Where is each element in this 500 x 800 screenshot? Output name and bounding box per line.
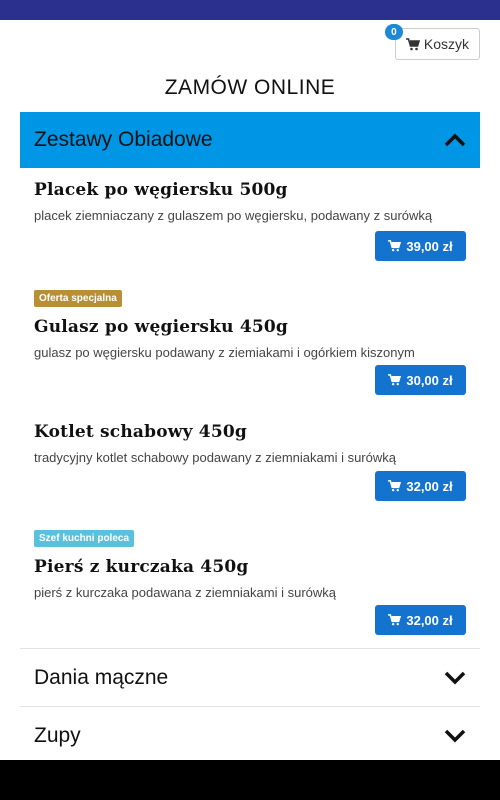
badge-special-offer: Oferta specjalna xyxy=(34,290,122,307)
cart-icon xyxy=(388,614,402,626)
category-label: Zupy xyxy=(34,723,81,747)
chevron-down-icon xyxy=(444,729,466,743)
product-item: Placek po węgiersku 500g placek ziemniac… xyxy=(20,180,480,223)
category-label: Dania mączne xyxy=(34,665,169,689)
add-to-cart-button[interactable]: 32,00 zł xyxy=(375,471,466,501)
category-zestawy-obiadowe[interactable]: Zestawy Obiadowe xyxy=(20,112,480,168)
price-label: 30,00 zł xyxy=(406,372,453,388)
system-navigation-bar xyxy=(0,760,500,800)
add-to-cart-button[interactable]: 32,00 zł xyxy=(375,605,466,635)
product-item: Oferta specjalna Gulasz po węgiersku 450… xyxy=(20,288,480,360)
product-name: Gulasz po węgiersku 450g xyxy=(34,317,289,337)
add-to-cart-button[interactable]: 30,00 zł xyxy=(375,365,466,395)
chevron-down-icon xyxy=(444,671,466,685)
product-name: Kotlet schabowy 450g xyxy=(34,422,247,442)
product-description: placek ziemniaczany z gulaszem po węgier… xyxy=(34,208,433,223)
cart-label: Koszyk xyxy=(423,36,469,52)
product-name: Placek po węgiersku 500g xyxy=(34,180,288,200)
badge-chef-recommends: Szef kuchni poleca xyxy=(34,530,135,547)
cart-icon xyxy=(405,37,420,51)
cart-icon xyxy=(388,480,402,492)
price-label: 32,00 zł xyxy=(406,478,453,494)
page-title: ZAMÓW ONLINE xyxy=(164,76,336,99)
price-label: 39,00 zł xyxy=(406,238,453,254)
product-description: gulasz po węgiersku podawany z ziemiakam… xyxy=(34,345,415,360)
chevron-up-icon xyxy=(444,133,466,147)
category-label: Zestawy Obiadowe xyxy=(34,128,213,151)
product-description: tradycyjny kotlet schabowy podawany z zi… xyxy=(34,450,396,465)
cart-count-badge: 0 xyxy=(384,24,403,40)
price-label: 32,00 zł xyxy=(406,612,453,628)
add-to-cart-button[interactable]: 39,00 zł xyxy=(375,231,466,261)
product-item: Kotlet schabowy 450g tradycyjny kotlet s… xyxy=(20,422,480,465)
status-bar xyxy=(0,0,500,20)
product-item: Szef kuchni poleca Pierś z kurczaka 450g… xyxy=(20,528,480,600)
cart-button[interactable]: Koszyk xyxy=(394,28,480,60)
category-zupy[interactable]: Zupy xyxy=(20,706,480,764)
product-description: pierś z kurczaka podawana z ziemniakami … xyxy=(34,585,337,600)
product-name: Pierś z kurczaka 450g xyxy=(34,557,249,577)
category-dania-maczne[interactable]: Dania mączne xyxy=(20,648,480,706)
cart-area: Koszyk 0 xyxy=(384,24,480,60)
cart-icon xyxy=(388,240,402,252)
cart-icon xyxy=(388,374,402,386)
